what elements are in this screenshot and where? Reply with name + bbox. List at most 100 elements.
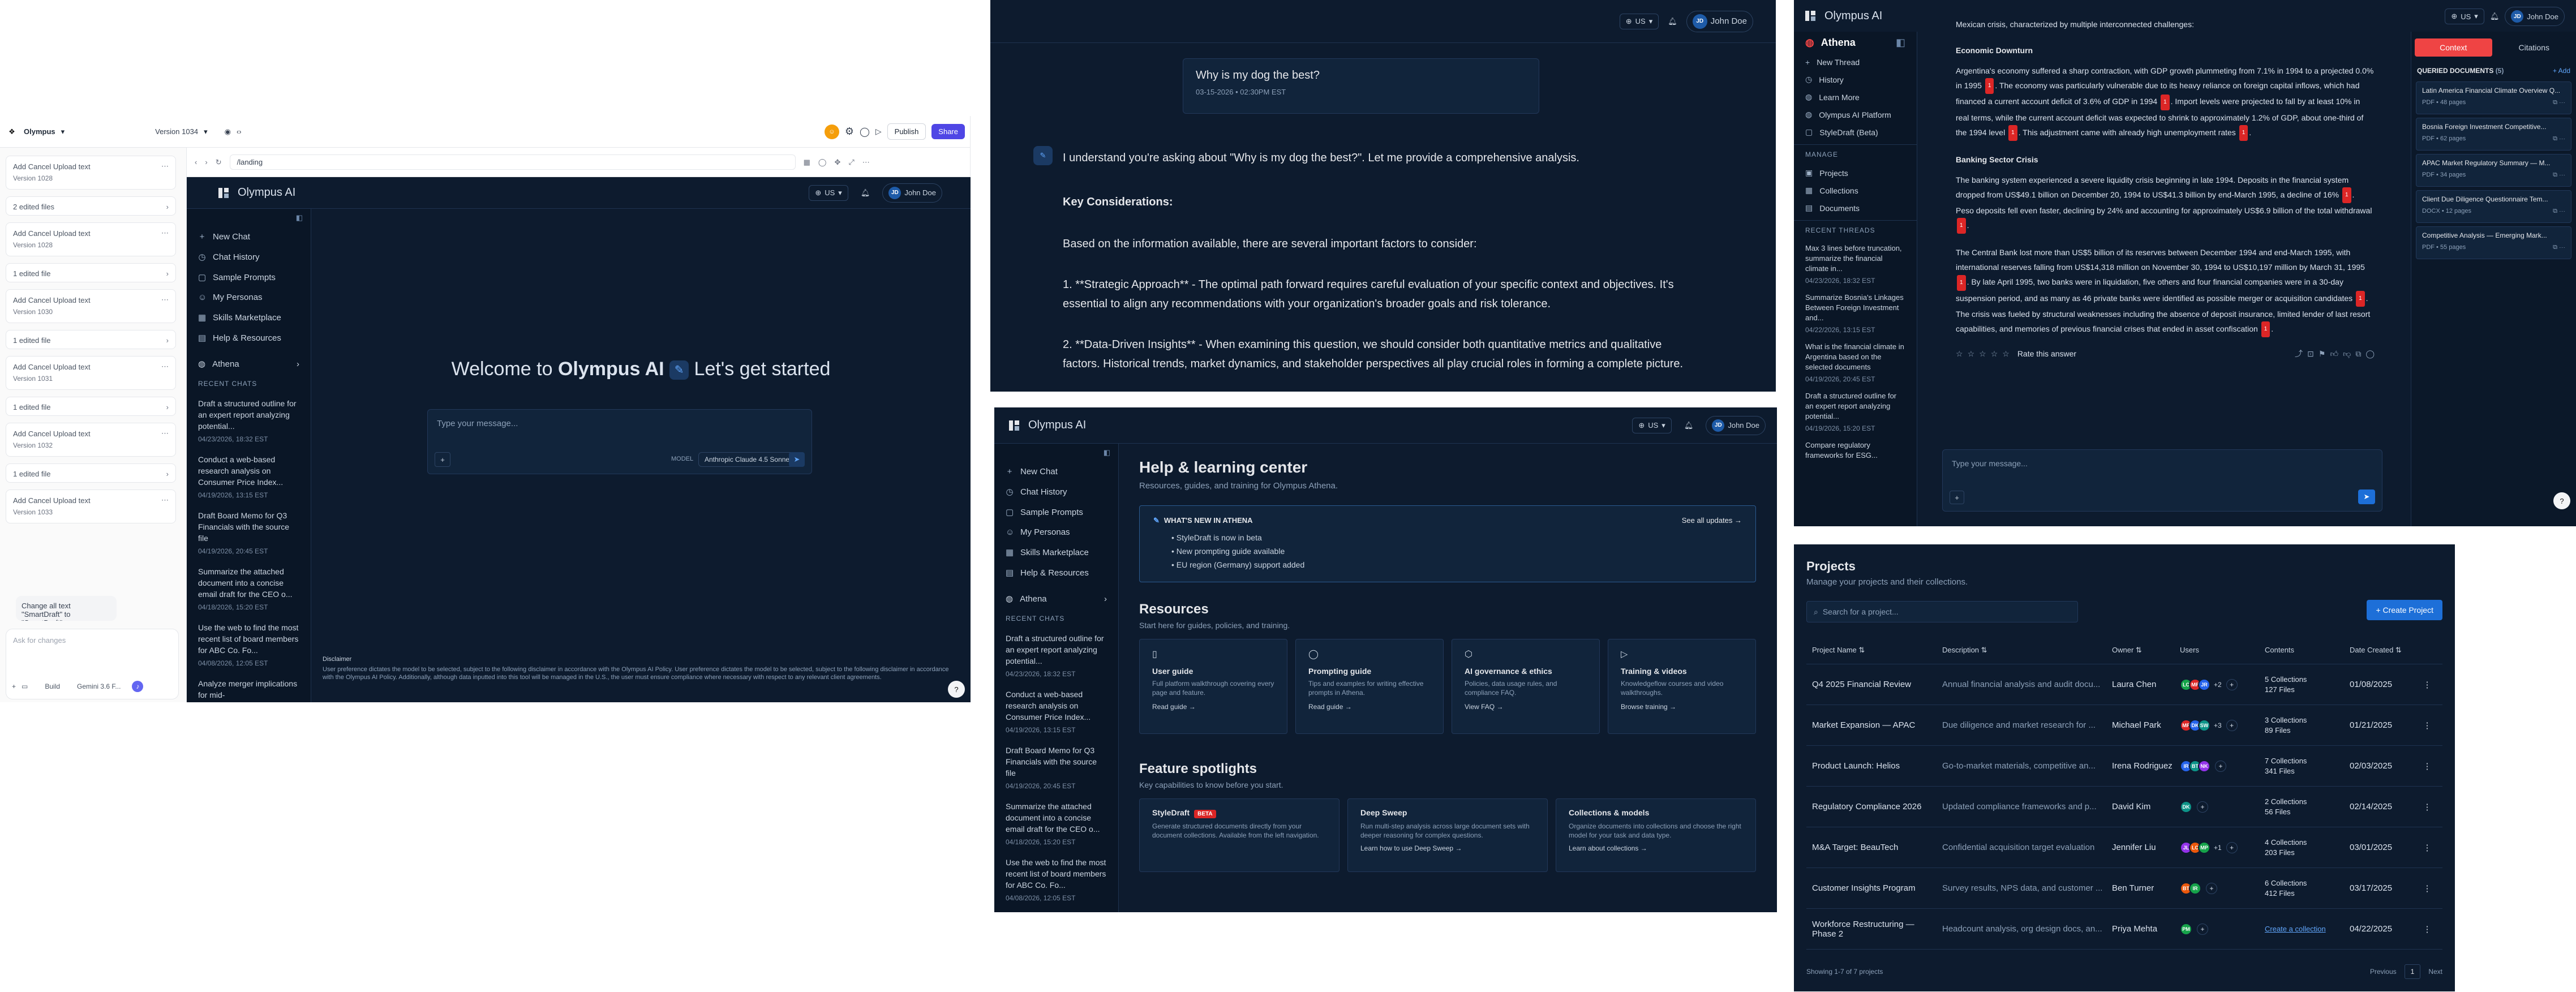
region-selector[interactable]: ⊕ US ▾ [809, 184, 848, 201]
share-button[interactable]: Share [931, 124, 965, 139]
tools-icon[interactable]: ✥ [834, 158, 840, 167]
open-external-icon[interactable]: ⧉ ⋯ [2553, 135, 2565, 143]
manage-nav-item[interactable]: ▣ Projects [1794, 164, 1917, 182]
queried-document[interactable]: Latin America Financial Climate Overview… [2416, 81, 2571, 114]
sidebar-item-new-chat[interactable]: + New Chat [187, 227, 311, 247]
help-icon[interactable]: ? [948, 681, 965, 698]
devtools-icon[interactable]: ▦ [804, 158, 810, 167]
queried-document[interactable]: Competitive Analysis — Emerging Mark... P… [2416, 226, 2571, 259]
spotlight-link[interactable]: Learn how to use Deep Sweep → [1360, 844, 1535, 852]
message-input[interactable]: Type your message... [1943, 450, 2382, 477]
recent-thread-item[interactable]: What is the financial climate in Argenti… [1794, 338, 1917, 388]
back-icon[interactable]: ‹ [195, 158, 197, 166]
recent-chat-item[interactable]: Summarize the attached document into a c… [187, 561, 311, 617]
model-selector[interactable]: Gemini 3.6 F... [77, 682, 121, 690]
help-icon[interactable]: ? [2553, 492, 2570, 509]
recent-thread-item[interactable]: Max 3 lines before truncation, summarize… [1794, 240, 1917, 289]
bookmark-icon[interactable]: ⊡ [2307, 346, 2314, 361]
table-row[interactable]: Customer Insights Program Survey results,… [1806, 868, 2442, 909]
queried-document[interactable]: Bosnia Foreign Investment Competitive...… [2416, 118, 2571, 151]
project-name[interactable]: Q4 2025 Financial Review [1806, 680, 1937, 689]
column-header[interactable]: Description ⇅ [1937, 646, 2106, 655]
attach-icon[interactable]: ▭ [22, 682, 28, 690]
pagination-page[interactable]: 1 [2404, 964, 2421, 979]
more-icon[interactable]: ⋯ [161, 229, 169, 238]
table-row[interactable]: Regulatory Compliance 2026 Updated compli… [1806, 787, 2442, 827]
add-user-icon[interactable]: + [2206, 882, 2217, 894]
table-row[interactable]: M&A Target: BeauTech Confidential acquisi… [1806, 827, 2442, 868]
sidebar-item-sample-prompts[interactable]: ▢ Sample Prompts [187, 267, 311, 287]
attach-plus-icon[interactable]: + [435, 452, 450, 467]
sidebar-item-help-resources[interactable]: ▤ Help & Resources [187, 328, 311, 348]
row-menu-icon[interactable]: ⋮ [2412, 883, 2442, 894]
row-menu-icon[interactable]: ⋮ [2412, 720, 2442, 731]
resource-link[interactable]: Browse training → [1621, 703, 1743, 711]
thumbs-down-icon[interactable]: 👎︎ [2343, 346, 2351, 361]
star-icon[interactable]: ☆ [1968, 346, 1975, 361]
flag-icon[interactable]: ⚑ [2319, 346, 2326, 361]
sidebar-item-chat-history[interactable]: ◷ Chat History [187, 247, 311, 267]
history-item[interactable]: Add Cancel Upload text ⋯ Version 1033 [6, 489, 176, 523]
history-item[interactable]: Add Cancel Upload text ⋯ Version 1030 [6, 289, 176, 323]
history-item[interactable]: 1 edited file › [6, 397, 176, 416]
ask-input[interactable]: Ask for changes [6, 629, 178, 651]
more-icon[interactable]: ⋯ [161, 162, 169, 171]
column-header[interactable]: Project Name ⇅ [1806, 646, 1937, 655]
code-icon[interactable]: ‹› [237, 127, 242, 136]
open-external-icon[interactable]: ⧉ ⋯ [2553, 99, 2565, 106]
bell-icon[interactable]: 🔔︎ [1684, 421, 1694, 430]
bell-icon[interactable]: 🔔︎ [1668, 17, 1677, 26]
preview-eye-icon[interactable]: ◉ [225, 127, 231, 136]
resource-card[interactable]: ▯ User guide Full platform walkthrough cov… [1139, 639, 1287, 734]
manage-nav-item[interactable]: ▦ Collections [1794, 182, 1917, 199]
add-user-icon[interactable]: + [2226, 719, 2238, 731]
sidebar-item-chat-history[interactable]: ◷ Chat History [994, 482, 1118, 502]
history-item[interactable]: Add Cancel Upload text ⋯ Version 1028 [6, 222, 176, 256]
user-menu[interactable]: JD John Doe [2505, 7, 2565, 26]
resource-link[interactable]: View FAQ → [1465, 703, 1587, 711]
version-selector[interactable]: Version 1034 [155, 127, 198, 136]
history-item[interactable]: Add Cancel Upload text ⋯ Version 1031 [6, 356, 176, 390]
history-item[interactable]: 1 edited file › [6, 463, 176, 483]
create-collection-link[interactable]: Create a collection [2265, 924, 2344, 934]
recent-thread-item[interactable]: Summarize Bosnia's Linkages Between Fore… [1794, 289, 1917, 338]
column-header[interactable]: Date Created ⇅ [2344, 646, 2412, 655]
forward-icon[interactable]: › [205, 158, 207, 166]
send-icon[interactable]: ➤ [789, 452, 805, 467]
chevron-down-icon[interactable]: ▾ [61, 127, 65, 136]
chevron-right-icon[interactable]: › [166, 269, 169, 278]
star-icon[interactable]: ☆ [1991, 346, 1998, 361]
add-user-icon[interactable]: + [2197, 923, 2208, 935]
chevron-right-icon[interactable]: › [166, 403, 169, 411]
history-item[interactable]: 1 edited file › [6, 330, 176, 349]
region-selector[interactable]: ⊕ US ▾ [2445, 8, 2484, 24]
research-nav-item[interactable]: ◍ Olympus AI Platform [1794, 106, 1917, 123]
play-icon[interactable]: ▷ [875, 127, 882, 136]
more-icon[interactable]: ⋯ [161, 295, 169, 304]
version-chevron-icon[interactable]: ▾ [204, 127, 208, 136]
table-row[interactable]: Market Expansion — APAC Due diligence and… [1806, 705, 2442, 746]
project-name[interactable]: Regulatory Compliance 2026 [1806, 802, 1937, 811]
row-menu-icon[interactable]: ⋮ [2412, 761, 2442, 771]
expand-icon[interactable]: ⤢ [848, 158, 854, 167]
citation-marker[interactable]: 1 [2008, 124, 2017, 141]
research-nav-item[interactable]: ▢ StyleDraft (Beta) [1794, 123, 1917, 141]
citation-marker[interactable]: 1 [1985, 78, 1994, 95]
pagination-next[interactable]: Next [2428, 968, 2442, 976]
sidebar-item-skills-marketplace[interactable]: ▦ Skills Marketplace [187, 307, 311, 328]
research-nav-item[interactable]: ◍ Learn More [1794, 88, 1917, 106]
citation-marker[interactable]: 1 [2356, 291, 2365, 307]
bell-icon[interactable]: 🔔︎ [861, 188, 870, 197]
more-icon[interactable]: ⋯ [161, 362, 169, 371]
column-header[interactable]: Users [2174, 646, 2259, 654]
project-name[interactable]: Workforce Restructuring — Phase 2 [1806, 920, 1937, 939]
star-icon[interactable]: ☆ [1979, 346, 1986, 361]
recent-chat-item[interactable]: Conduct a web-based research analysis on… [187, 449, 311, 505]
resource-card[interactable]: ▷ Training & videos Knowledgeflow courses … [1608, 639, 1756, 734]
thumbs-up-icon[interactable]: 👍︎ [2330, 346, 2338, 361]
user-menu[interactable]: JD John Doe [882, 183, 942, 203]
message-input[interactable]: Type your message... [428, 410, 812, 437]
publish-button[interactable]: Publish [887, 123, 926, 140]
user-menu[interactable]: JD John Doe [1686, 10, 1753, 32]
research-nav-item[interactable]: + New Thread [1794, 54, 1917, 71]
